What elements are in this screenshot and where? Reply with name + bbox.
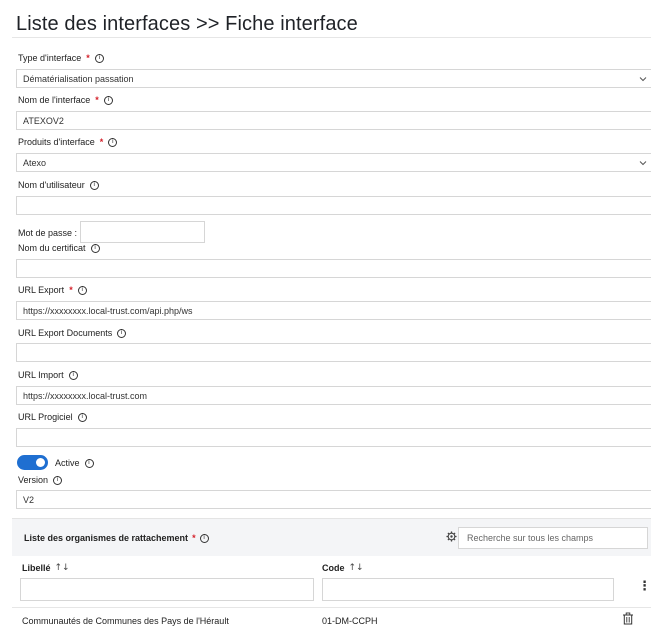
url-import-input[interactable]: https://xxxxxxxx.local-trust.com (16, 386, 651, 405)
info-icon[interactable]: i (94, 53, 104, 63)
title-divider (12, 37, 651, 38)
organisms-header: Liste des organismes de rattachement * i… (12, 518, 651, 556)
url-progiciel-input[interactable] (16, 428, 651, 447)
gear-icon[interactable] (446, 531, 457, 542)
type-label: Type d'interface * i (18, 53, 104, 63)
info-icon[interactable]: i (89, 180, 99, 190)
password-input[interactable] (80, 221, 205, 243)
products-select-value: Atexo (23, 157, 47, 168)
required-mark: * (95, 95, 99, 105)
username-label: Nom d'utilisateur i (18, 180, 99, 190)
url-import-label-text: URL Import (18, 370, 64, 380)
required-mark: * (86, 53, 90, 63)
sort-icon[interactable]: ↑↓ (349, 563, 364, 573)
organisms-title: Liste des organismes de rattachement * i (24, 533, 209, 543)
url-import-label: URL Import i (18, 370, 78, 380)
info-icon[interactable]: i (117, 328, 127, 338)
name-label: Nom de l'interface * i (18, 95, 113, 105)
info-icon[interactable]: i (103, 95, 113, 105)
global-search-input[interactable]: Recherche sur tous les champs (458, 527, 648, 549)
products-label-text: Produits d'interface (18, 137, 95, 147)
url-progiciel-label: URL Progiciel i (18, 412, 87, 422)
required-mark: * (69, 285, 73, 295)
url-export-label-text: URL Export (18, 285, 65, 295)
required-mark: * (192, 533, 196, 543)
organisms-title-text: Liste des organismes de rattachement (24, 533, 189, 543)
url-export-docs-label-text: URL Export Documents (18, 328, 113, 338)
row-divider (12, 607, 651, 608)
type-label-text: Type d'interface (18, 53, 82, 63)
chevron-down-icon (639, 161, 647, 166)
required-mark: * (99, 137, 104, 147)
url-progiciel-label-text: URL Progiciel (18, 412, 73, 422)
page-title: Liste des interfaces >> Fiche interface (16, 13, 358, 35)
column-header-code[interactable]: Code ↑↓ (322, 563, 364, 573)
certificate-label: Nom du certificat i (18, 243, 100, 253)
info-icon[interactable]: i (77, 285, 87, 295)
chevron-down-icon (639, 77, 647, 82)
url-export-docs-input[interactable] (16, 343, 651, 362)
trash-icon[interactable] (622, 612, 634, 625)
info-icon[interactable]: i (68, 370, 78, 380)
url-export-label: URL Export * i (18, 285, 87, 295)
products-select[interactable]: Atexo (16, 153, 651, 172)
type-select-value: Dématérialisation passation (23, 73, 134, 84)
type-select[interactable]: Dématérialisation passation (16, 69, 651, 88)
certificate-input[interactable] (16, 259, 651, 278)
search-placeholder: Recherche sur tous les champs (467, 533, 594, 543)
info-icon[interactable]: i (84, 458, 94, 468)
active-label-text: Active (55, 458, 80, 468)
filter-code-input[interactable] (322, 578, 614, 601)
table-row-code: 01-DM-CCPH (322, 616, 378, 626)
column-label-libelle: Libellé (22, 563, 51, 573)
sort-icon[interactable]: ↑↓ (55, 563, 70, 573)
name-input-value: ATEXOV2 (23, 115, 64, 126)
password-label: Mot de passe : (18, 228, 78, 238)
url-import-input-value: https://xxxxxxxx.local-trust.com (23, 390, 148, 401)
name-label-text: Nom de l'interface (18, 95, 91, 105)
username-input[interactable] (16, 196, 651, 215)
url-export-input-value: https://xxxxxxxx.local-trust.com/api.php… (23, 305, 193, 316)
kebab-menu-icon[interactable]: ⋮ (638, 579, 651, 594)
username-label-text: Nom d'utilisateur (18, 180, 85, 190)
info-icon[interactable]: i (77, 412, 87, 422)
certificate-label-text: Nom du certificat (18, 243, 86, 253)
url-export-docs-label: URL Export Documents i (18, 328, 127, 338)
active-toggle[interactable] (17, 455, 48, 470)
version-label-text: Version (18, 475, 49, 485)
info-icon[interactable]: i (199, 533, 209, 543)
info-icon[interactable]: i (53, 475, 63, 485)
table-row-libelle: Communautés de Communes des Pays de l'Hé… (22, 616, 229, 626)
info-icon[interactable]: i (90, 243, 100, 253)
info-icon[interactable]: i (108, 137, 118, 147)
active-label: Active i (55, 458, 94, 468)
version-input[interactable]: V2 (16, 490, 651, 509)
products-label: Produits d'interface * i (18, 137, 118, 147)
url-export-input[interactable]: https://xxxxxxxx.local-trust.com/api.php… (16, 301, 651, 320)
column-label-code: Code (322, 563, 345, 573)
version-label: Version i (18, 475, 63, 485)
filter-libelle-input[interactable] (20, 578, 314, 601)
column-header-libelle[interactable]: Libellé ↑↓ (22, 563, 70, 573)
name-input[interactable]: ATEXOV2 (16, 111, 651, 130)
version-input-value: V2 (23, 494, 35, 505)
